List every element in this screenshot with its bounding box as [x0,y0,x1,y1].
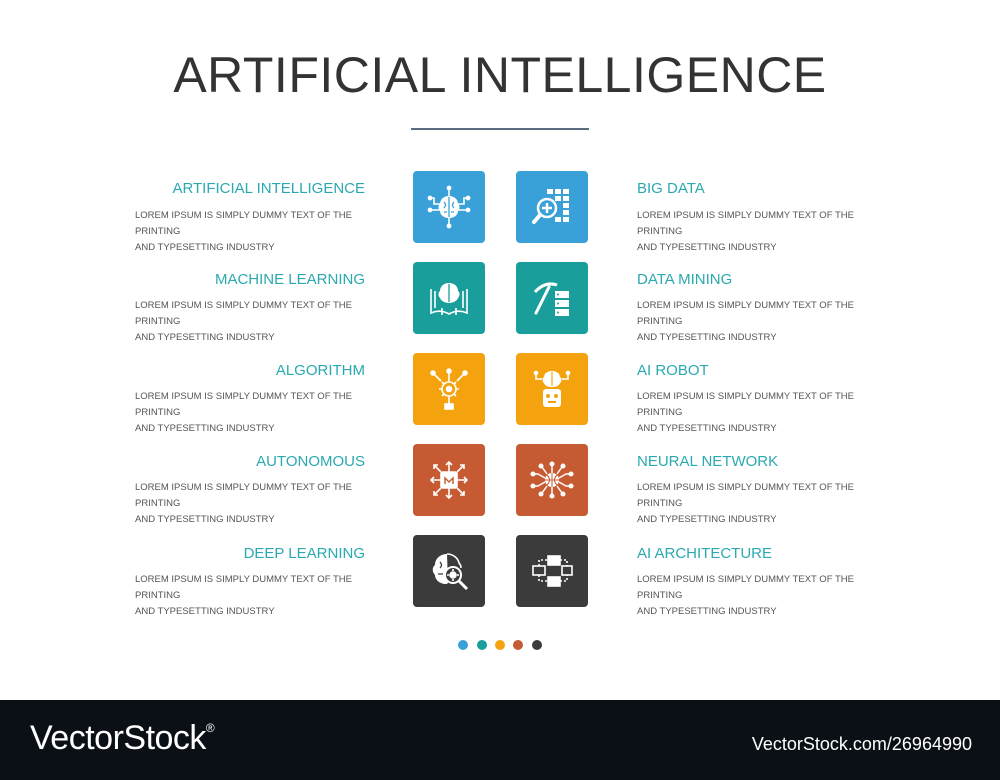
pagination-dot-2 [477,640,487,650]
item-title-ai-architecture: AI ARCHITECTURE [637,545,773,562]
tile-ai-robot [516,353,588,425]
pagination-dot-5 [532,640,542,650]
chip-arrows-icon [429,460,469,500]
algorithm-gear-icon [430,368,468,410]
desc-line: AND TYPESETTING INDUSTRY [135,514,275,525]
desc-line: AND TYPESETTING INDUSTRY [637,514,777,525]
desc-line: LOREM IPSUM IS SIMPLY DUMMY TEXT OF THE … [637,300,854,327]
desc-line: LOREM IPSUM IS SIMPLY DUMMY TEXT OF THE … [135,210,352,237]
logo-text: VectorStock [30,719,206,757]
item-desc-data-mining: LOREM IPSUM IS SIMPLY DUMMY TEXT OF THE … [637,298,877,346]
item-title-artificial-intelligence: ARTIFICIAL INTELLIGENCE [172,180,365,197]
brain-search-icon [432,553,469,591]
desc-line: AND TYPESETTING INDUSTRY [135,606,275,617]
item-title-big-data: BIG DATA [637,180,705,197]
desc-line: AND TYPESETTING INDUSTRY [135,242,275,253]
item-desc-autonomous: LOREM IPSUM IS SIMPLY DUMMY TEXT OF THE … [135,480,375,528]
tile-data-mining [516,262,588,334]
item-title-machine-learning: MACHINE LEARNING [214,271,365,288]
image-id: VectorStock.com/26964990 [751,734,972,754]
desc-line: LOREM IPSUM IS SIMPLY DUMMY TEXT OF THE … [135,391,352,418]
desc-line: AND TYPESETTING INDUSTRY [637,332,777,343]
item-title-neural-network: NEURAL NETWORK [637,453,779,470]
desc-line: LOREM IPSUM IS SIMPLY DUMMY TEXT OF THE … [135,482,352,509]
flowchart-icon [532,555,573,587]
tile-autonomous [413,444,485,516]
title-divider [411,128,589,130]
item-desc-big-data: LOREM IPSUM IS SIMPLY DUMMY TEXT OF THE … [637,208,877,256]
desc-line: AND TYPESETTING INDUSTRY [135,332,275,343]
pagination-dot-1 [458,640,468,650]
item-desc-artificial-intelligence: LOREM IPSUM IS SIMPLY DUMMY TEXT OF THE … [135,208,375,256]
desc-line: AND TYPESETTING INDUSTRY [637,423,777,434]
watermark-footer: VectorStock® VectorStock.com/26964990 [0,700,1000,780]
desc-line: LOREM IPSUM IS SIMPLY DUMMY TEXT OF THE … [135,574,352,601]
robot-brain-icon [533,370,571,407]
pagination-dot-3 [495,640,505,650]
tile-machine-learning [413,262,485,334]
desc-line: LOREM IPSUM IS SIMPLY DUMMY TEXT OF THE … [637,482,854,509]
brain-book-icon [430,283,468,315]
data-grid-search-icon [532,189,569,224]
desc-line: LOREM IPSUM IS SIMPLY DUMMY TEXT OF THE … [637,391,854,418]
item-desc-deep-learning: LOREM IPSUM IS SIMPLY DUMMY TEXT OF THE … [135,572,375,620]
desc-line: AND TYPESETTING INDUSTRY [135,423,275,434]
registered-mark: ® [205,721,215,735]
pagination-dot-4 [513,640,523,650]
desc-line: AND TYPESETTING INDUSTRY [637,606,777,617]
item-desc-machine-learning: LOREM IPSUM IS SIMPLY DUMMY TEXT OF THE … [135,298,375,346]
tile-neural-network [516,444,588,516]
desc-line: LOREM IPSUM IS SIMPLY DUMMY TEXT OF THE … [135,300,352,327]
tile-deep-learning [413,535,485,607]
pickaxe-server-icon [533,282,569,316]
desc-line: LOREM IPSUM IS SIMPLY DUMMY TEXT OF THE … [637,574,854,601]
item-title-algorithm: ALGORITHM [275,362,365,379]
page-title: ARTIFICIAL INTELLIGENCE [173,47,827,103]
desc-line: LOREM IPSUM IS SIMPLY DUMMY TEXT OF THE … [637,210,854,237]
tile-artificial-intelligence [413,171,485,243]
item-title-data-mining: DATA MINING [637,271,733,288]
item-title-deep-learning: DEEP LEARNING [243,545,365,562]
item-desc-algorithm: LOREM IPSUM IS SIMPLY DUMMY TEXT OF THE … [135,389,375,437]
item-title-ai-robot: AI ROBOT [637,362,709,379]
network-globe-icon [530,461,574,499]
item-title-autonomous: AUTONOMOUS [256,453,365,470]
brain-circuit-icon [427,185,471,229]
item-desc-ai-robot: LOREM IPSUM IS SIMPLY DUMMY TEXT OF THE … [637,389,877,437]
desc-line: AND TYPESETTING INDUSTRY [637,242,777,253]
tile-ai-architecture [516,535,588,607]
tile-algorithm [413,353,485,425]
item-desc-ai-architecture: LOREM IPSUM IS SIMPLY DUMMY TEXT OF THE … [637,572,877,620]
vectorstock-logo: VectorStock® [30,719,215,758]
item-desc-neural-network: LOREM IPSUM IS SIMPLY DUMMY TEXT OF THE … [637,480,877,528]
tile-big-data [516,171,588,243]
